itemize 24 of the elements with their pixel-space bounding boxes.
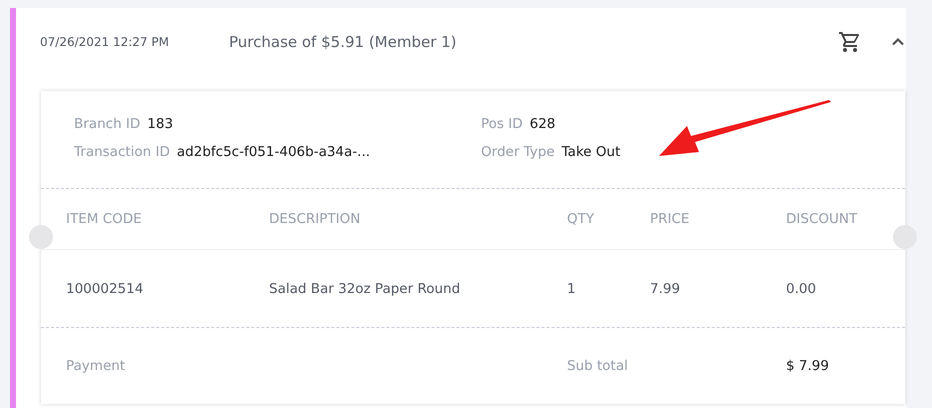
- column-header: DESCRIPTION: [269, 211, 362, 227]
- detail-value: 183: [147, 116, 174, 132]
- subtotal-value: $ 7.99: [786, 358, 830, 374]
- detail-label: Pos ID: [481, 116, 523, 132]
- detail-value: Take Out: [562, 144, 620, 160]
- transaction-date: 07/26/2021 12:27 PM: [40, 35, 170, 49]
- column-header: PRICE: [650, 211, 690, 227]
- column-header: QTY: [567, 211, 596, 227]
- detail-label: Order Type: [481, 144, 555, 160]
- table-cell-text: 100002514: [66, 280, 144, 296]
- table-cell-text: Salad Bar 32oz Paper Round: [269, 280, 462, 296]
- detail-label: Branch ID: [74, 116, 140, 132]
- detail-label: Transaction ID: [74, 144, 170, 160]
- transaction-title: Purchase of $5.91 (Member 1): [229, 33, 458, 51]
- detail-value: ad2bfc5c-f051-406b-a34a-...: [176, 144, 370, 160]
- detail-value: 628: [530, 116, 556, 132]
- column-header: ITEM CODE: [66, 211, 143, 227]
- table-cell-text: 7.99: [650, 280, 682, 296]
- payment-label: Payment: [66, 358, 126, 374]
- column-header: DISCOUNT: [786, 211, 858, 227]
- table-cell-text: 1: [567, 280, 577, 296]
- subtotal-label: Sub total: [567, 358, 629, 374]
- table-cell-text: 0.00: [786, 280, 818, 296]
- cart-icon[interactable]: [838, 30, 862, 54]
